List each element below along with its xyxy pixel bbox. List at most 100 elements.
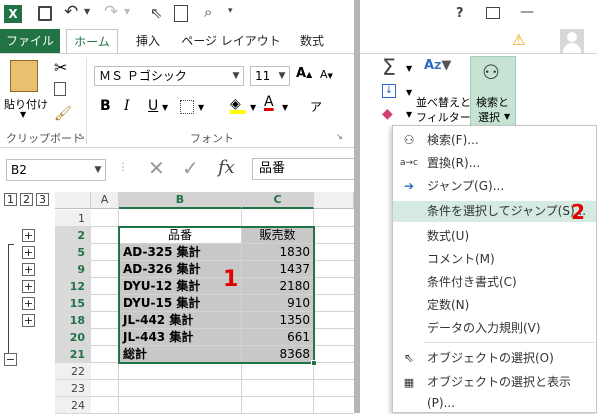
tab-insert[interactable]: 挿入 xyxy=(128,29,168,53)
cell-b[interactable] xyxy=(119,210,242,227)
phonetic-icon[interactable]: ア xyxy=(310,98,322,115)
save-icon[interactable] xyxy=(38,6,52,21)
cell-a[interactable] xyxy=(91,227,119,244)
row-header[interactable]: 15 xyxy=(55,295,91,312)
row-header[interactable]: 21 xyxy=(55,346,91,363)
row-header[interactable]: 18 xyxy=(55,312,91,329)
menu-item-comments[interactable]: コメント(M) xyxy=(393,249,596,270)
cell-c[interactable] xyxy=(242,363,314,380)
undo-icon[interactable]: ↶ xyxy=(64,2,78,22)
menu-item-find[interactable]: ⚇ 検索(F)... xyxy=(393,130,596,151)
row-header[interactable]: 5 xyxy=(55,244,91,261)
formula-input[interactable]: 品番 xyxy=(252,158,354,180)
bold-button[interactable]: B xyxy=(100,98,111,114)
cell-c[interactable] xyxy=(242,380,314,397)
autosum-dropdown-icon[interactable]: ▼ xyxy=(406,64,412,73)
fill-handle[interactable] xyxy=(311,360,317,366)
row-header[interactable]: 22 xyxy=(55,363,91,380)
cell-b[interactable] xyxy=(119,397,242,414)
row-header[interactable]: 12 xyxy=(55,278,91,295)
worksheet-grid[interactable]: 1 2 3 A B C 1 2 品番 販売数 + 5 AD-325 集計 183… xyxy=(0,187,354,414)
menu-item-select-objects[interactable]: ⇖ オブジェクトの選択(O) xyxy=(393,348,596,369)
outline-level-3-button[interactable]: 3 xyxy=(36,193,49,206)
column-header-b[interactable]: B xyxy=(119,192,242,209)
menu-item-goto-special[interactable]: 条件を選択してジャンプ(S)... xyxy=(393,201,596,222)
redo-dropdown-icon[interactable]: ▼ xyxy=(124,7,130,16)
expand-group-button[interactable]: + xyxy=(22,314,35,327)
clear-dropdown-icon[interactable]: ▼ xyxy=(406,110,412,119)
cell-a[interactable] xyxy=(91,312,119,329)
splitter-icon[interactable]: ⋮ xyxy=(118,162,128,173)
expand-group-button[interactable]: + xyxy=(22,280,35,293)
menu-item-conditional-formatting[interactable]: 条件付き書式(C) xyxy=(393,272,596,293)
autosum-icon[interactable]: Σ xyxy=(382,56,396,81)
cell-a[interactable] xyxy=(91,210,119,227)
cell-d[interactable] xyxy=(314,329,354,346)
menu-item-constants[interactable]: 定数(N) xyxy=(393,295,596,316)
cell-b[interactable] xyxy=(119,380,242,397)
cell-d[interactable] xyxy=(314,278,354,295)
cell-a[interactable] xyxy=(91,363,119,380)
redo-icon[interactable]: ↷ xyxy=(104,2,118,22)
print-preview-icon[interactable] xyxy=(174,5,188,22)
borders-icon[interactable] xyxy=(180,100,194,114)
cell-a[interactable] xyxy=(91,380,119,397)
font-color-icon[interactable]: A xyxy=(264,94,274,110)
row-header[interactable]: 1 xyxy=(55,210,91,227)
sort-filter-label-1[interactable]: 並べ替えと xyxy=(416,94,471,110)
select-all-corner[interactable] xyxy=(55,192,91,209)
menu-item-goto[interactable]: ➔ ジャンプ(G)... xyxy=(393,176,596,197)
menu-item-data-validation[interactable]: データの入力規則(V) xyxy=(393,318,596,339)
tab-file[interactable]: ファイル xyxy=(0,29,60,53)
cell-d[interactable] xyxy=(314,210,354,227)
cell-d[interactable] xyxy=(314,295,354,312)
format-painter-icon[interactable]: 🖌 xyxy=(54,106,72,122)
tab-formulas[interactable]: 数式 xyxy=(292,29,332,53)
collapse-group-button[interactable]: − xyxy=(4,353,17,366)
chevron-down-icon[interactable]: ▼ xyxy=(229,67,243,85)
cell-a[interactable] xyxy=(91,244,119,261)
clipboard-launcher-icon[interactable]: ↘ xyxy=(78,132,85,141)
column-header-d[interactable] xyxy=(314,192,354,209)
font-size-combobox[interactable]: 11 ▼ xyxy=(250,66,290,86)
cell-a[interactable] xyxy=(91,329,119,346)
fill-color-icon[interactable]: ◈ xyxy=(230,96,246,114)
cell-a[interactable] xyxy=(91,261,119,278)
enter-icon[interactable]: ✓ xyxy=(182,156,199,180)
cell-d[interactable] xyxy=(314,261,354,278)
user-avatar[interactable] xyxy=(560,29,584,53)
font-color-dropdown-icon[interactable]: ▼ xyxy=(282,103,288,112)
row-header[interactable]: 24 xyxy=(55,397,91,414)
chevron-down-icon[interactable]: ▼ xyxy=(275,67,289,85)
sort-filter-label-2[interactable]: フィルター xyxy=(416,109,471,125)
fill-icon[interactable]: ↓ xyxy=(382,84,396,98)
cell-d[interactable] xyxy=(314,363,354,380)
tab-page-layout[interactable]: ページ レイアウト xyxy=(178,29,284,53)
font-launcher-icon[interactable]: ↘ xyxy=(336,132,343,141)
insert-function-icon[interactable]: fx xyxy=(218,157,235,178)
expand-group-button[interactable]: + xyxy=(22,246,35,259)
undo-dropdown-icon[interactable]: ▼ xyxy=(84,7,90,16)
cell-a[interactable] xyxy=(91,346,119,363)
ribbon-display-options-icon[interactable] xyxy=(486,7,500,19)
cell-d[interactable] xyxy=(314,346,354,363)
cell-a[interactable] xyxy=(91,278,119,295)
menu-item-selection-pane[interactable]: ▦ オブジェクトの選択と表示(P)... xyxy=(393,372,596,410)
cell-d[interactable] xyxy=(314,244,354,261)
tab-home[interactable]: ホーム xyxy=(66,29,118,53)
paste-dropdown-icon[interactable]: ▼ xyxy=(20,110,26,119)
menu-item-replace[interactable]: a→c 置換(R)... xyxy=(393,153,596,174)
underline-button[interactable]: U xyxy=(148,98,158,114)
name-box[interactable]: B2 ▼ xyxy=(6,159,106,181)
expand-group-button[interactable]: + xyxy=(22,297,35,310)
column-header-c[interactable]: C xyxy=(242,192,314,209)
sort-filter-icon[interactable]: AZ▼ xyxy=(424,58,451,73)
shrink-font-icon[interactable]: A▼ xyxy=(320,68,333,81)
pointer-mode-icon[interactable]: ⇖ xyxy=(150,4,163,22)
row-header[interactable]: 2 xyxy=(55,227,91,244)
fill-dropdown-icon[interactable]: ▼ xyxy=(406,88,412,97)
expand-group-button[interactable]: + xyxy=(22,229,35,242)
clear-icon[interactable]: ◆ xyxy=(382,106,393,122)
help-icon[interactable]: ? xyxy=(456,6,464,21)
fill-color-dropdown-icon[interactable]: ▼ xyxy=(250,103,256,112)
